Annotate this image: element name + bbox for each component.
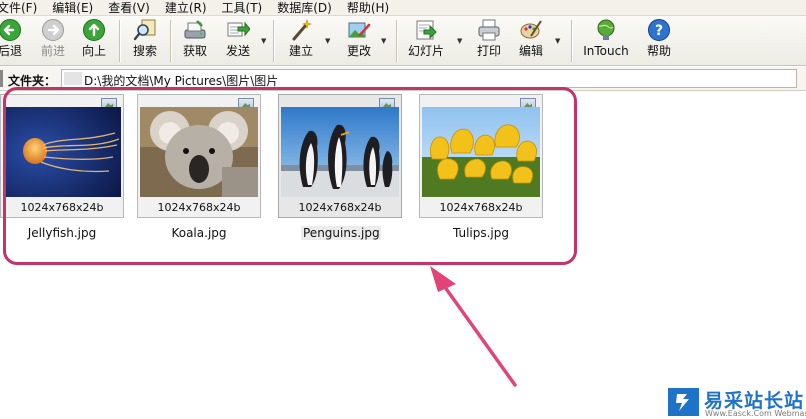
send-icon	[226, 18, 250, 42]
slideshow-dropdown-icon[interactable]: ▼	[457, 37, 462, 45]
forward-label: 前进	[40, 44, 65, 58]
toolbar-separator	[273, 20, 274, 62]
scanner-icon	[183, 18, 207, 42]
intouch-button[interactable]: InTouch	[582, 18, 630, 64]
menu-help[interactable]: 帮助(H)	[347, 1, 389, 15]
back-arrow-icon	[0, 18, 22, 42]
watermark-subtitle: Www.Easck.Com Webmaster	[705, 409, 806, 418]
highlight-frame	[3, 87, 577, 265]
search-button[interactable]: 搜索	[130, 18, 160, 64]
watermark-logo-icon	[668, 388, 699, 416]
svg-text:?: ?	[655, 23, 663, 39]
send-label: 发送	[225, 44, 250, 58]
create-button[interactable]: 建立	[286, 18, 316, 64]
menu-edit[interactable]: 编辑(E)	[52, 1, 93, 15]
folder-path-icon	[64, 72, 82, 85]
help-button[interactable]: ? 帮助	[644, 18, 674, 64]
edit-dropdown-icon[interactable]: ▼	[555, 37, 560, 45]
printer-icon	[477, 18, 501, 42]
globe-icon	[594, 18, 618, 42]
toolbar-separator	[396, 20, 397, 62]
palette-icon	[519, 18, 543, 42]
slideshow-label: 幻灯片	[407, 44, 444, 58]
intouch-label: InTouch	[583, 44, 629, 58]
forward-arrow-icon	[41, 18, 65, 42]
menu-create[interactable]: 建立(R)	[165, 1, 207, 15]
print-button[interactable]: 打印	[474, 18, 504, 64]
create-label: 建立	[288, 44, 313, 58]
image-edit-icon	[347, 18, 371, 42]
folder-bar-grip	[0, 70, 3, 87]
back-button[interactable]: 后退	[0, 18, 24, 64]
toolbar-separator	[571, 20, 572, 62]
change-label: 更改	[346, 44, 371, 58]
edit-button[interactable]: 编辑	[516, 18, 546, 64]
create-dropdown-icon[interactable]: ▼	[325, 37, 330, 45]
send-dropdown-icon[interactable]: ▼	[261, 37, 266, 45]
magic-wand-icon	[289, 18, 313, 42]
help-label: 帮助	[646, 44, 671, 58]
forward-button[interactable]: 前进	[38, 18, 68, 64]
toolbar-separator	[170, 20, 171, 62]
toolbar: 后退 前进 向上 搜索 获取 发送 ▼ 建立 ▼ 更改 ▼ 幻灯片 ▼ 打印 编…	[0, 16, 806, 66]
print-label: 打印	[476, 44, 501, 58]
folder-path-field[interactable]: D:\我的文档\My Pictures\图片\图片	[61, 69, 797, 88]
menu-file[interactable]: 文件(F)	[0, 1, 37, 15]
slideshow-icon	[414, 18, 438, 42]
watermark: 易采站长站 Www.Easck.Com Webmaster	[668, 384, 806, 419]
acquire-label: 获取	[182, 44, 207, 58]
back-label: 后退	[0, 44, 22, 58]
send-button[interactable]: 发送	[223, 18, 253, 64]
change-dropdown-icon[interactable]: ▼	[381, 37, 386, 45]
search-label: 搜索	[132, 44, 157, 58]
help-icon: ?	[647, 18, 671, 42]
change-button[interactable]: 更改	[344, 18, 374, 64]
menu-database[interactable]: 数据库(D)	[277, 1, 332, 15]
acquire-button[interactable]: 获取	[180, 18, 210, 64]
up-button[interactable]: 向上	[80, 18, 108, 64]
edit-label: 编辑	[518, 44, 543, 58]
search-icon	[133, 18, 157, 42]
up-label: 向上	[81, 44, 106, 58]
toolbar-separator	[119, 20, 120, 62]
up-arrow-icon	[82, 18, 106, 42]
menu-view[interactable]: 查看(V)	[108, 1, 150, 15]
menu-tools[interactable]: 工具(T)	[222, 1, 263, 15]
slideshow-button[interactable]: 幻灯片	[406, 18, 446, 64]
menu-bar: 文件(F) 编辑(E) 查看(V) 建立(R) 工具(T) 数据库(D) 帮助(…	[0, 0, 806, 16]
